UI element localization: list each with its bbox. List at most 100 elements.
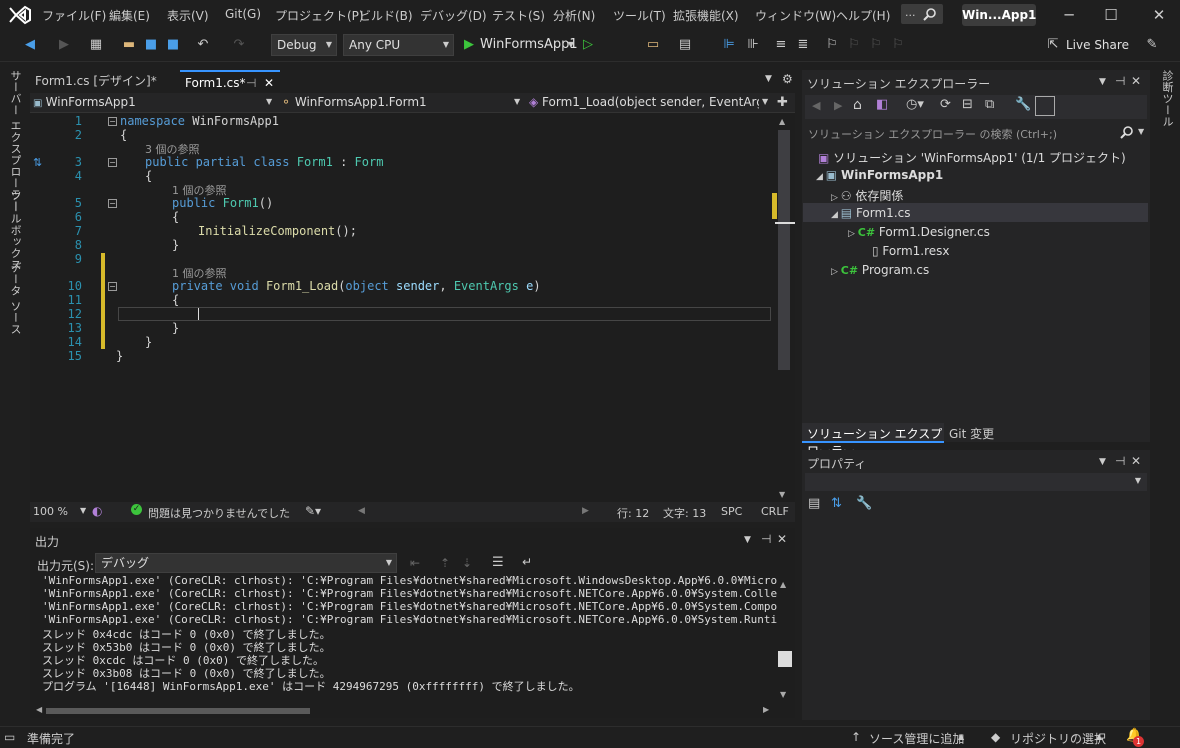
menu-debug[interactable]: デバッグ(D) bbox=[420, 7, 487, 24]
forward-icon[interactable]: ▶ bbox=[834, 99, 842, 112]
preview-selected-icon[interactable] bbox=[1035, 96, 1055, 116]
split-icon[interactable]: ✚ bbox=[777, 95, 788, 110]
menu-test[interactable]: テスト(S) bbox=[492, 7, 545, 24]
switch-views-icon[interactable]: ◧ bbox=[876, 97, 888, 112]
scroll-down-icon[interactable]: ▼ bbox=[779, 490, 785, 499]
scrollbar-thumb[interactable] bbox=[778, 651, 792, 667]
close-panel-icon[interactable]: ✕ bbox=[1131, 454, 1141, 468]
pin-icon[interactable]: ⊣ bbox=[246, 72, 256, 94]
next-message-icon[interactable]: ⇣ bbox=[462, 556, 472, 570]
cleanup-icon[interactable]: ✎▾ bbox=[305, 504, 321, 518]
fold-toggle[interactable]: − bbox=[108, 117, 117, 126]
tree-solution[interactable]: ▣ ソリューション 'WinFormsApp1' (1/1 プロジェクト) bbox=[818, 149, 1126, 166]
close-panel-icon[interactable]: ✕ bbox=[777, 532, 787, 546]
maximize-icon[interactable]: ☐ bbox=[1101, 6, 1121, 24]
tab-form1-design[interactable]: Form1.cs [デザイン]* bbox=[30, 70, 180, 92]
tab-form1-cs[interactable]: Form1.cs* ⊣ ✕ bbox=[180, 70, 280, 92]
fold-toggle[interactable]: − bbox=[108, 282, 117, 291]
scroll-up-icon[interactable]: ▲ bbox=[780, 580, 786, 589]
tab-solution-explorer[interactable]: ソリューション エクスプローラー bbox=[802, 423, 944, 458]
tree-project[interactable]: ◢ ▣ WinFormsApp1 bbox=[816, 168, 943, 182]
save-all-icon[interactable]: ■ bbox=[164, 35, 182, 55]
alphabetical-icon[interactable]: ⇅ bbox=[831, 496, 842, 511]
intellicode-icon[interactable]: ◐ bbox=[92, 504, 102, 518]
menu-git[interactable]: Git(G) bbox=[225, 7, 261, 21]
h-scrollbar-thumb[interactable] bbox=[46, 708, 310, 714]
scroll-left-icon[interactable]: ◀ bbox=[36, 705, 42, 714]
close-panel-icon[interactable]: ✕ bbox=[1131, 74, 1141, 88]
gear-icon[interactable]: ⚙ bbox=[782, 72, 793, 86]
menu-view[interactable]: 表示(V) bbox=[167, 7, 209, 24]
word-wrap-icon[interactable]: ↵ bbox=[522, 555, 532, 569]
config-select[interactable]: Debug ▼ bbox=[271, 34, 337, 56]
chevron-down-icon[interactable]: ▼ bbox=[1099, 457, 1106, 467]
tree-form1-resx[interactable]: ▯ Form1.resx bbox=[872, 244, 950, 258]
add-to-source-control-button[interactable]: ソース管理に追加 bbox=[869, 730, 964, 747]
bookmark-prev-icon[interactable]: ⚐ bbox=[846, 35, 862, 55]
zoom-select[interactable]: 100 % bbox=[33, 505, 68, 518]
chevron-down-icon[interactable]: ▼ bbox=[80, 506, 86, 515]
align-icon[interactable]: ⊫ bbox=[720, 35, 738, 55]
member-nav-select[interactable]: ◈ Form1_Load(object sender, EventArgs e bbox=[529, 93, 759, 112]
tab-git-changes[interactable]: Git 変更 bbox=[944, 423, 1004, 443]
menu-help[interactable]: ヘルプ(H) bbox=[836, 7, 890, 24]
line-indicator[interactable]: 行: 12 bbox=[617, 505, 649, 521]
run-icon[interactable]: ▶ bbox=[461, 35, 477, 55]
output-window-icon[interactable]: ▭ bbox=[4, 730, 15, 744]
undo-icon[interactable]: ↶ bbox=[194, 35, 212, 55]
property-pages-icon[interactable]: 🔧 bbox=[856, 496, 872, 511]
tree-dependencies[interactable]: ▷ ⚇ 依存関係 bbox=[831, 187, 903, 204]
menu-build[interactable]: ビルド(B) bbox=[359, 7, 413, 24]
show-all-files-icon[interactable]: ⧉ bbox=[985, 97, 994, 112]
run-without-debug-icon[interactable]: ▷ bbox=[580, 35, 596, 55]
back-icon[interactable]: ◀ bbox=[20, 35, 40, 55]
select-repository-button[interactable]: リポジトリの選択 bbox=[1010, 730, 1106, 747]
problems-status[interactable]: 問題は見つかりませんでした bbox=[148, 505, 290, 521]
run-button-label[interactable]: WinFormsApp1 bbox=[480, 35, 578, 55]
diagnostic-tools-tab[interactable]: 診断ツール bbox=[1159, 70, 1175, 128]
forward-icon[interactable]: ▶ bbox=[54, 35, 74, 55]
toolbox-tab[interactable]: ツールボックス bbox=[7, 190, 23, 271]
open-folder-icon[interactable]: ▬ bbox=[120, 35, 138, 55]
feedback-icon[interactable]: ✎ bbox=[1143, 35, 1161, 55]
close-window-icon[interactable]: ✕ bbox=[1149, 6, 1169, 24]
platform-select[interactable]: Any CPU ▼ bbox=[343, 34, 454, 56]
tab-list-icon[interactable]: ▼ bbox=[765, 74, 772, 84]
menu-tools[interactable]: ツール(T) bbox=[613, 7, 666, 24]
categorized-icon[interactable]: ▤ bbox=[808, 496, 820, 511]
folder-icon[interactable]: ▭ bbox=[644, 35, 662, 55]
pin-icon[interactable]: ⊣ bbox=[761, 532, 771, 546]
output-scrollbar[interactable] bbox=[777, 578, 793, 702]
sync-icon[interactable]: ⟳ bbox=[940, 97, 951, 112]
scroll-down-icon[interactable]: ▼ bbox=[780, 690, 786, 699]
layout-icon[interactable]: ▤ bbox=[676, 35, 694, 55]
pin-icon[interactable]: ⊣ bbox=[1115, 454, 1125, 468]
menu-file[interactable]: ファイル(F) bbox=[42, 7, 106, 24]
chevron-down-icon[interactable]: ▼ bbox=[1138, 127, 1144, 136]
bookmark-icon[interactable]: ⚐ bbox=[824, 35, 840, 55]
fold-toggle[interactable]: − bbox=[108, 199, 117, 208]
close-tab-icon[interactable]: ✕ bbox=[264, 72, 274, 94]
save-icon[interactable]: ■ bbox=[142, 35, 160, 55]
menu-project[interactable]: プロジェクト(P) bbox=[275, 7, 364, 24]
redo-icon[interactable]: ↷ bbox=[230, 35, 248, 55]
tree-form1-designer[interactable]: ▷ C# Form1.Designer.cs bbox=[848, 225, 990, 239]
menu-analyze[interactable]: 分析(N) bbox=[553, 7, 595, 24]
clear-all-icon[interactable]: ☰ bbox=[492, 555, 504, 570]
tree-program-cs[interactable]: ▷ C# Program.cs bbox=[831, 263, 929, 277]
prev-message-icon[interactable]: ⇡ bbox=[440, 556, 450, 570]
whitespace-indicator[interactable]: SPC bbox=[721, 505, 742, 518]
chevron-down-icon[interactable]: ▼ bbox=[744, 535, 751, 545]
search-box[interactable]: ... bbox=[901, 4, 943, 24]
data-sources-tab[interactable]: データ ソース bbox=[7, 262, 23, 335]
solution-search-input[interactable]: ソリューション エクスプローラー の検索 (Ctrl+;) bbox=[808, 126, 1057, 142]
scroll-up-icon[interactable]: ▲ bbox=[779, 117, 785, 126]
comment-icon[interactable]: ≡ bbox=[772, 35, 790, 55]
properties-wrench-icon[interactable]: 🔧 bbox=[1015, 97, 1031, 112]
menu-extensions[interactable]: 拡張機能(X) bbox=[673, 7, 739, 24]
project-nav-select[interactable]: ▣ WinFormsApp1 bbox=[33, 93, 273, 112]
properties-object-select[interactable]: ▼ bbox=[805, 473, 1147, 491]
format-icon[interactable]: ⊪ bbox=[744, 35, 762, 55]
fold-toggle[interactable]: − bbox=[108, 158, 117, 167]
uncomment-icon[interactable]: ≣ bbox=[794, 35, 812, 55]
